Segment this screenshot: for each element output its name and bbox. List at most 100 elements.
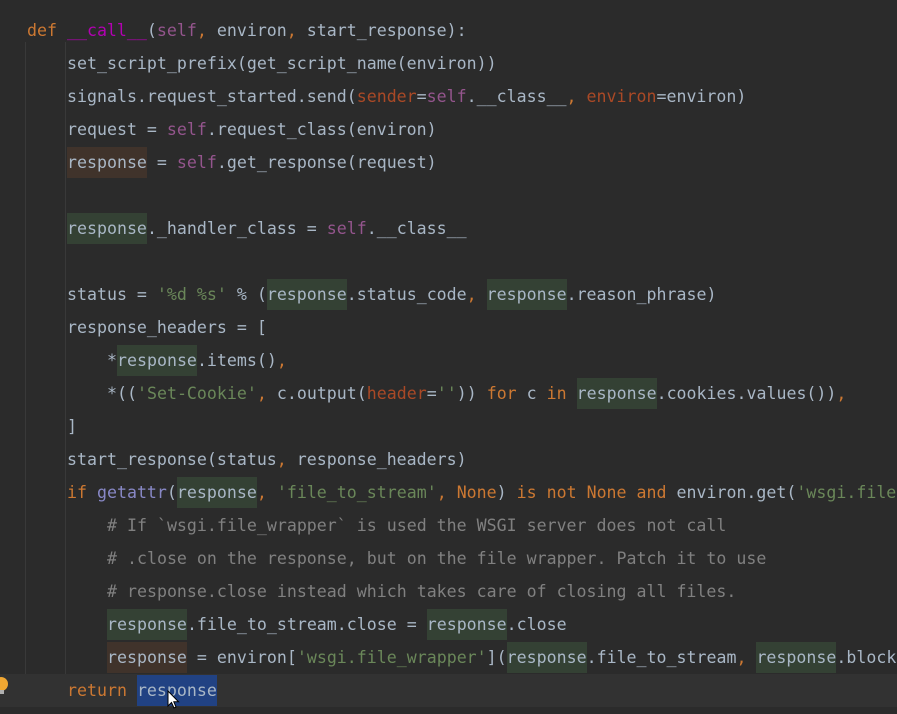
code-token: = (426, 384, 437, 403)
code-editor[interactable]: def __call__(self, environ, start_respon… (0, 14, 897, 707)
code-line[interactable]: start_response(status, response_headers) (0, 443, 897, 476)
code-token: self (166, 120, 207, 139)
code-token: , (196, 21, 217, 40)
code-token: , (566, 87, 587, 106)
code-token: ( (146, 21, 157, 40)
code-token: response (486, 279, 567, 310)
code-token: ( (166, 483, 177, 502)
code-token: .close (506, 615, 567, 634)
code-token: *(( (107, 384, 137, 403)
code-token: request = (67, 120, 167, 139)
code-token: .status_code (346, 285, 467, 304)
code-token: =environ) (656, 87, 747, 106)
code-token: is not None and (516, 483, 677, 502)
code-token: , (436, 483, 457, 502)
code-line[interactable]: *(('Set-Cookie', c.output(header='')) fo… (0, 377, 897, 410)
code-token: response_headers) (296, 450, 467, 469)
code-token: .file_to_stream.close = (186, 615, 427, 634)
code-token: .get_response(request) (216, 153, 437, 172)
code-token: , (256, 483, 277, 502)
code-token: , (836, 384, 847, 403)
code-token: __call__ (66, 21, 147, 40)
code-line[interactable]: request = self.request_class(environ) (0, 113, 897, 146)
code-token: start_response (306, 21, 447, 40)
code-token: ] (67, 417, 77, 436)
code-token: # .close on the response, but on the fil… (107, 549, 767, 568)
code-token: .block (836, 648, 897, 667)
code-token: signals.request_started.send( (67, 87, 357, 106)
code-line[interactable]: *response.items(), (0, 344, 897, 377)
code-token: , (256, 384, 277, 403)
code-token: response (266, 279, 347, 310)
code-token: start_response(status (67, 450, 277, 469)
code-line[interactable]: # .close on the response, but on the fil… (0, 542, 897, 575)
code-line[interactable]: response = self.get_response(request) (0, 146, 897, 179)
code-line[interactable]: if getattr(response, 'file_to_stream', N… (0, 476, 897, 509)
code-token: def (27, 21, 67, 40)
code-token: 'wsgi.file (796, 483, 897, 502)
code-token: # If `wsgi.file_wrapper` is used the WSG… (107, 516, 727, 535)
code-line[interactable] (0, 179, 897, 212)
code-token: ): (446, 21, 467, 40)
code-line[interactable]: response.file_to_stream.close = response… (0, 608, 897, 641)
code-line[interactable]: def __call__(self, environ, start_respon… (0, 14, 897, 47)
code-token: 'wsgi.file_wrapper' (296, 648, 487, 667)
code-token: response (67, 213, 147, 244)
code-line[interactable]: # response.close instead which takes car… (0, 575, 897, 608)
code-token: header (366, 384, 427, 403)
code-line[interactable]: set_script_prefix(get_script_name(enviro… (0, 47, 897, 80)
code-token: = (146, 153, 177, 172)
code-token: environ.get( (676, 483, 797, 502)
code-token: getattr (96, 483, 167, 502)
code-token: , (466, 285, 487, 304)
code-token: c.output( (276, 384, 367, 403)
code-token: .file_to_stream (586, 648, 737, 667)
code-token: .__class__ (466, 87, 567, 106)
code-token: ._handler_class = (146, 219, 327, 238)
code-token: '%d %s' (156, 285, 227, 304)
code-token: environ (216, 21, 287, 40)
code-line[interactable] (0, 245, 897, 278)
code-token: .request_class(environ) (206, 120, 437, 139)
code-token: response (107, 609, 187, 640)
code-token: .reason_phrase) (566, 285, 717, 304)
code-token: for (486, 384, 527, 403)
code-token: , (276, 351, 287, 370)
code-token: , (276, 450, 297, 469)
code-line[interactable]: signals.request_started.send(sender=self… (0, 80, 897, 113)
code-token: )) (456, 384, 487, 403)
code-token: .cookies.values()) (656, 384, 837, 403)
code-token: response (506, 642, 587, 673)
code-token: if (67, 483, 97, 502)
code-line[interactable]: return response (0, 674, 897, 707)
code-token: response (117, 345, 197, 376)
mouse-cursor-icon (167, 690, 180, 709)
code-token: self (156, 21, 197, 40)
code-token: response_headers = [ (67, 318, 267, 337)
code-line[interactable]: status = '%d %s' % (response.status_code… (0, 278, 897, 311)
code-token: in (546, 384, 577, 403)
code-token: response (67, 147, 147, 178)
code-token: , (286, 21, 307, 40)
code-token: '' (436, 384, 457, 403)
code-token: response (176, 477, 257, 508)
code-token: self (326, 219, 367, 238)
code-line[interactable]: response._handler_class = self.__class__ (0, 212, 897, 245)
code-line[interactable]: response_headers = [ (0, 311, 897, 344)
code-token: c (526, 384, 547, 403)
code-token: environ (586, 87, 657, 106)
code-token: ]( (486, 648, 507, 667)
code-token: status = (67, 285, 157, 304)
code-token: set_script_prefix(get_script_name(enviro… (67, 54, 497, 73)
code-token: , (736, 648, 757, 667)
code-token: ) (496, 483, 517, 502)
code-line[interactable]: response = environ['wsgi.file_wrapper'](… (0, 641, 897, 674)
code-token: response (107, 642, 187, 673)
code-token: .items() (196, 351, 277, 370)
code-token: response (576, 378, 657, 409)
code-token: 'file_to_stream' (276, 483, 437, 502)
code-token: self (176, 153, 217, 172)
code-token: = (416, 87, 427, 106)
code-line[interactable]: # If `wsgi.file_wrapper` is used the WSG… (0, 509, 897, 542)
code-line[interactable]: ] (0, 410, 897, 443)
